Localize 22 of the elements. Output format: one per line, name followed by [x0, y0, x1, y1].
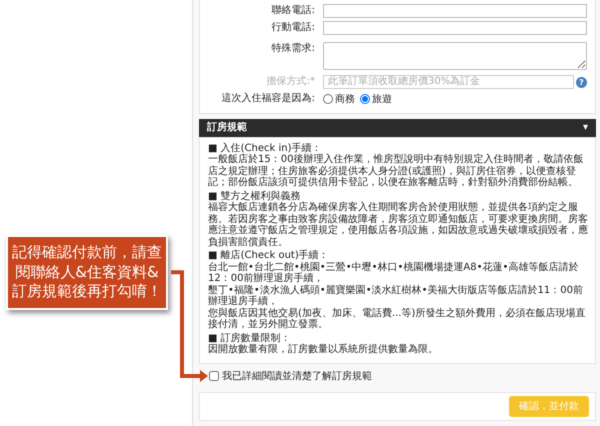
radio-label: 旅遊	[372, 92, 392, 106]
field-label: 聯絡電話:	[270, 4, 316, 18]
agree-label: 我已詳細閱讀並清楚了解訂房規範	[222, 370, 372, 384]
panel-header[interactable]: 訂房規範 ▾	[199, 118, 596, 136]
field-label: 擔保方式:*	[266, 75, 316, 89]
rules-text: 墾丁•福隆•淡水漁人碼頭•麗寶樂園•淡水紅樹林•美福大街版店等飯店請於11：00前辦理退房手續，	[208, 284, 584, 308]
rules-text: 您與飯店因其他交易(加夜、加床、電話費...等)所發生之額外費用，必須在飯店現場直接付清，並另外開立發票。	[208, 308, 586, 330]
field-label: 行動電話:	[270, 20, 316, 34]
panel-title: 訂房規範	[207, 120, 247, 134]
section-heading: ■ 離店(Check out)手續：	[208, 250, 330, 262]
rules-text: 福容大飯店連鎖各分店為確保房客入住期間客房合於使用狀態，並提供各項約定之服務。若因房客之事由致客房設備故障者，房客須立即通知飯店，可要求更換房間。房客應注意並遵守飯店之管理規定，使用飯店各項設施，如因故意或過失破壞或損毀者，應負損害賠償責任。	[208, 202, 589, 248]
section-heading: ■ 入住(Check in)手續：	[208, 142, 322, 154]
rules-text: 台北一館•台北二館•桃園•三鶯•中壢•林口•桃園機場捷運A8•花蓮•高雄等飯店請於12：00前辦理退房手續，	[208, 262, 580, 284]
callout-note: 記得確認付款前，請查閱聯絡人&住客資料&訂房規範後再打勾唷！	[6, 235, 168, 310]
section-heading: ■ 訂房數量限制：	[208, 332, 292, 344]
section-heading: ■ 雙方之權利與義務	[208, 190, 302, 202]
rules-text: 因開放數量有限，訂房數量以系統所提供數量為限。	[208, 344, 439, 356]
field-label: 特殊需求:	[270, 42, 316, 56]
field-label: 這次入住福容是因為:	[220, 92, 316, 106]
rules-text: 一般飯店於15：00後辦理入住作業，惟房型說明中有特別規定入住時間者，敬請依飯店之規定辦理；住房旅客必須提供本人身分證(或護照)，與訂房住宿券，以便查核登記；部份飯店該須可提供信用卡登記，以便在旅客離店時，針對額外消費部份結帳。	[208, 154, 584, 188]
radio-label: 商務	[335, 92, 355, 106]
toggle-icon[interactable]: ▾	[582, 118, 588, 136]
